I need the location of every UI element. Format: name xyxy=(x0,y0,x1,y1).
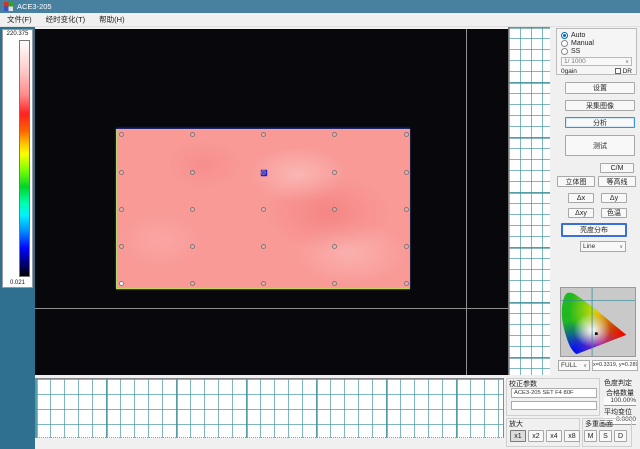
measurement-viewport[interactable] xyxy=(35,29,508,375)
profile-grid-vertical xyxy=(508,27,550,375)
capture-button[interactable]: 采集图像 xyxy=(565,100,635,111)
measurement-point[interactable] xyxy=(190,281,195,286)
gain-row: 0gain DR xyxy=(561,68,632,75)
section-cursor-horizontal[interactable] xyxy=(35,308,508,309)
delta-y-button[interactable]: Δy xyxy=(601,193,627,203)
radio-ss[interactable] xyxy=(561,48,568,55)
gain-label: 0gain xyxy=(561,68,577,75)
measurement-point[interactable] xyxy=(332,244,337,249)
measurement-point[interactable] xyxy=(119,244,124,249)
radio-auto-label: Auto xyxy=(571,32,585,39)
menu-bar: 文件(F) 经时变化(T) 帮助(H) xyxy=(0,13,640,27)
measurement-point[interactable] xyxy=(261,281,266,286)
colorbar: 220.375 0.021 xyxy=(2,29,33,288)
zoom-x1-button[interactable]: x1 xyxy=(510,430,526,442)
measurement-point[interactable] xyxy=(261,170,266,175)
radio-row-ss[interactable]: SS xyxy=(561,47,632,55)
zoom-x2-button[interactable]: x2 xyxy=(528,430,544,442)
measurement-point[interactable] xyxy=(404,207,409,212)
white-point-marker xyxy=(595,332,598,335)
measurement-point[interactable] xyxy=(404,170,409,175)
correction-field-2[interactable] xyxy=(511,401,597,410)
profile-grid-horizontal xyxy=(35,378,504,438)
delta-x-button[interactable]: Δx xyxy=(568,193,594,203)
title-bar: ACE3-205 xyxy=(0,0,640,13)
multiscreen-title: 多重画面 xyxy=(585,419,613,429)
solid3d-button[interactable]: 立体图 xyxy=(557,176,595,187)
color-temp-button[interactable]: 色温 xyxy=(601,208,627,218)
cie-diagram[interactable] xyxy=(560,287,636,357)
measurement-point[interactable] xyxy=(332,207,337,212)
window-title: ACE3-205 xyxy=(17,2,52,11)
radio-auto[interactable] xyxy=(561,32,568,39)
radio-manual[interactable] xyxy=(561,40,568,47)
zoom-x8-button[interactable]: x8 xyxy=(564,430,580,442)
analyze-button[interactable]: 分析 xyxy=(565,117,635,128)
colorbar-min-value: 0.021 xyxy=(3,280,32,286)
app-icon xyxy=(4,2,13,11)
measurement-point[interactable] xyxy=(190,170,195,175)
settings-button[interactable]: 设置 xyxy=(565,82,635,94)
zoom-title: 放大 xyxy=(509,419,523,429)
measurement-point[interactable] xyxy=(261,244,266,249)
measurement-point[interactable] xyxy=(190,132,195,137)
main-content: 220.375 0.021 Auto Manual SS 1/ xyxy=(0,27,640,449)
shutter-select[interactable]: 1/ 1000 ∨ xyxy=(561,57,632,66)
chevron-down-icon: ∨ xyxy=(625,58,629,65)
measurement-point[interactable] xyxy=(332,132,337,137)
shutter-value: 1/ 1000 xyxy=(564,58,586,65)
measurement-point[interactable] xyxy=(261,132,266,137)
contour-button[interactable]: 等高线 xyxy=(598,176,636,187)
section-cursor-vertical[interactable] xyxy=(466,29,467,375)
measurement-point[interactable] xyxy=(119,207,124,212)
line-select[interactable]: Line ∨ xyxy=(580,241,626,252)
menu-time-change[interactable]: 经时变化(T) xyxy=(39,13,93,27)
cie-coordinates: x=0.3319, y=0.2898 xyxy=(592,360,638,371)
multiscreen-m-button[interactable]: M xyxy=(584,430,597,442)
chevron-down-icon: ∨ xyxy=(583,363,587,369)
colorbar-max-value: 220.375 xyxy=(3,31,32,37)
test-button[interactable]: 测试 xyxy=(565,135,635,156)
measurement-point[interactable] xyxy=(119,132,124,137)
measurement-point[interactable] xyxy=(332,281,337,286)
menu-help[interactable]: 帮助(H) xyxy=(92,13,131,27)
colorbar-gradient xyxy=(19,40,30,277)
measurement-point[interactable] xyxy=(119,170,124,175)
radio-row-manual[interactable]: Manual xyxy=(561,39,632,47)
zoom-x4-button[interactable]: x4 xyxy=(546,430,562,442)
measurement-point[interactable] xyxy=(332,170,337,175)
cie-range-select[interactable]: FULL ∨ xyxy=(558,360,590,371)
exposure-groupbox: Auto Manual SS 1/ 1000 ∨ 0gain DR xyxy=(556,28,637,75)
luminance-dist-button[interactable]: 亮度分布 xyxy=(561,223,627,237)
dr-checkbox[interactable] xyxy=(615,68,621,74)
chevron-down-icon: ∨ xyxy=(619,244,623,250)
radio-ss-label: SS xyxy=(571,48,580,55)
delta-xy-button[interactable]: Δxy xyxy=(568,208,594,218)
line-select-value: Line xyxy=(583,243,595,250)
measurement-point[interactable] xyxy=(190,207,195,212)
correction-field-1[interactable]: ACE3-205 SET F4 80F xyxy=(511,388,597,398)
sample-image[interactable] xyxy=(116,129,410,289)
measurement-point[interactable] xyxy=(404,132,409,137)
multiscreen-s-button[interactable]: S xyxy=(599,430,612,442)
dr-label: DR xyxy=(623,68,632,75)
radio-row-auto[interactable]: Auto xyxy=(561,31,632,39)
measurement-point[interactable] xyxy=(119,281,124,286)
judgment-title: 色度判定 xyxy=(604,378,632,388)
qualified-value: 100.00% xyxy=(604,397,636,406)
left-sidebar: 220.375 0.021 xyxy=(0,27,35,449)
cm-button[interactable]: C/M xyxy=(600,163,634,173)
cie-range-value: FULL xyxy=(561,362,577,369)
measurement-point[interactable] xyxy=(261,207,266,212)
measurement-point[interactable] xyxy=(404,244,409,249)
radio-manual-label: Manual xyxy=(571,40,594,47)
measurement-point[interactable] xyxy=(404,281,409,286)
menu-file[interactable]: 文件(F) xyxy=(0,13,39,27)
measurement-point[interactable] xyxy=(190,244,195,249)
multiscreen-d-button[interactable]: D xyxy=(614,430,627,442)
dr-checkbox-group[interactable]: DR xyxy=(615,68,632,75)
